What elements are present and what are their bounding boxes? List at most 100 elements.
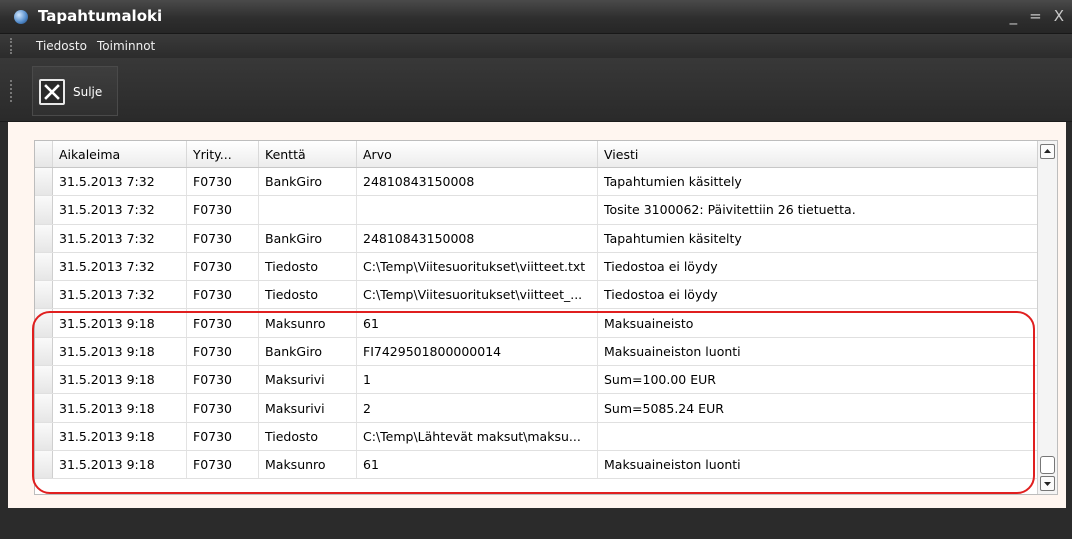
cell-yritys[interactable]: F0730 <box>187 309 259 337</box>
cell-arvo[interactable]: 2 <box>357 394 598 422</box>
cell-aikaleima[interactable]: 31.5.2013 9:18 <box>53 394 187 422</box>
cell-yritys[interactable]: F0730 <box>187 422 259 450</box>
column-header-yritys[interactable]: Yrity... <box>187 141 259 167</box>
cell-yritys[interactable]: F0730 <box>187 224 259 252</box>
cell-aikaleima[interactable]: 31.5.2013 9:18 <box>53 450 187 479</box>
row-selector[interactable] <box>35 309 53 337</box>
close-button-label: Sulje <box>73 85 103 99</box>
cell-kentta[interactable] <box>259 196 357 224</box>
cell-viesti[interactable]: Sum=5085.24 EUR <box>598 394 1039 421</box>
minimize-button[interactable]: _ <box>1010 7 1018 25</box>
cell-aikaleima[interactable]: 31.5.2013 9:18 <box>53 366 187 394</box>
cell-kentta[interactable]: Maksurivi <box>259 394 357 422</box>
cell-viesti[interactable]: Tapahtumien käsittely <box>598 168 1039 195</box>
menu-grip-icon[interactable] <box>10 38 13 54</box>
close-button[interactable]: Sulje <box>32 66 118 116</box>
cell-yritys[interactable]: F0730 <box>187 394 259 422</box>
cell-yritys[interactable]: F0730 <box>187 196 259 224</box>
cell-kentta[interactable]: BankGiro <box>259 337 357 366</box>
cell-arvo[interactable]: FI7429501800000014 <box>357 337 598 366</box>
cell-viesti[interactable]: Maksuaineiston luonti <box>598 338 1039 365</box>
table-row[interactable]: 31.5.2013 7:32 F0730 BankGiro 2481084315000… <box>35 168 1039 197</box>
close-window-button[interactable]: X <box>1054 7 1064 25</box>
cell-aikaleima[interactable]: 31.5.2013 9:18 <box>53 309 187 337</box>
column-header-viesti[interactable]: Viesti <box>598 141 1039 167</box>
table-row[interactable]: 31.5.2013 7:32 F0730 Tiedosto C:\Temp\Viite… <box>35 281 1039 310</box>
cell-arvo[interactable]: C:\Temp\Viitesuoritukset\viitteet_... <box>357 281 598 309</box>
cell-viesti[interactable]: Sum=100.00 EUR <box>598 366 1039 393</box>
cell-yritys[interactable]: F0730 <box>187 337 259 366</box>
event-log-grid: Aikaleima Yrity... Kenttä Arvo Viesti 31… <box>34 140 1058 495</box>
app-globe-icon <box>14 10 28 24</box>
row-selector[interactable] <box>35 450 53 479</box>
row-selector[interactable] <box>35 224 53 252</box>
row-selector[interactable] <box>35 394 53 422</box>
cell-kentta[interactable]: Maksurivi <box>259 366 357 394</box>
vertical-scrollbar[interactable] <box>1037 141 1057 494</box>
table-row[interactable]: 31.5.2013 7:32 F0730 BankGiro 2481084315000… <box>35 224 1039 253</box>
window-title: Tapahtumaloki <box>38 7 163 25</box>
cell-viesti[interactable]: Tosite 3100062: Päivitettiin 26 tietuett… <box>598 196 1039 223</box>
menu-toiminnot[interactable]: Toiminnot <box>97 39 155 53</box>
row-selector[interactable] <box>35 168 53 196</box>
cell-kentta[interactable]: BankGiro <box>259 168 357 196</box>
row-selector[interactable] <box>35 337 53 366</box>
table-row[interactable]: 31.5.2013 9:18 F0730 Maksurivi 2 Sum=5085.24… <box>35 394 1039 423</box>
row-selector[interactable] <box>35 281 53 309</box>
row-selector[interactable] <box>35 366 53 394</box>
cell-arvo[interactable] <box>357 196 598 224</box>
table-row[interactable]: 31.5.2013 9:18 F0730 Maksurivi 1 Sum=100.00 … <box>35 366 1039 395</box>
cell-viesti[interactable]: Tiedostoa ei löydy <box>598 253 1039 280</box>
cell-yritys[interactable]: F0730 <box>187 281 259 309</box>
column-header-aikaleima[interactable]: Aikaleima <box>53 141 187 167</box>
cell-kentta[interactable]: Maksunro <box>259 309 357 337</box>
cell-viesti[interactable]: Tapahtumien käsitelty <box>598 225 1039 252</box>
table-row[interactable]: 31.5.2013 9:18 F0730 Maksunro 61 Maksuaineis… <box>35 309 1039 338</box>
scroll-down-button[interactable] <box>1040 476 1055 491</box>
cell-arvo[interactable]: 61 <box>357 450 598 479</box>
cell-aikaleima[interactable]: 31.5.2013 9:18 <box>53 337 187 366</box>
cell-aikaleima[interactable]: 31.5.2013 7:32 <box>53 168 187 196</box>
menu-tiedosto[interactable]: Tiedosto <box>36 39 87 53</box>
cell-arvo[interactable]: 24810843150008 <box>357 168 598 196</box>
maximize-button[interactable]: = <box>1029 7 1042 25</box>
cell-arvo[interactable]: 24810843150008 <box>357 224 598 252</box>
status-bar <box>0 508 1072 539</box>
table-row[interactable]: 31.5.2013 7:32 F0730 Tosite 3100062: Päivi… <box>35 196 1039 225</box>
row-selector[interactable] <box>35 422 53 450</box>
scroll-up-button[interactable] <box>1040 144 1055 159</box>
cell-arvo[interactable]: 1 <box>357 366 598 394</box>
cell-aikaleima[interactable]: 31.5.2013 9:18 <box>53 422 187 450</box>
row-selector[interactable] <box>35 252 53 281</box>
row-selector-header[interactable] <box>35 141 53 167</box>
toolbar-grip-icon[interactable] <box>10 80 13 102</box>
cell-arvo[interactable]: C:\Temp\Lähtevät maksut\maksu... <box>357 422 598 450</box>
cell-aikaleima[interactable]: 31.5.2013 7:32 <box>53 252 187 281</box>
cell-aikaleima[interactable]: 31.5.2013 7:32 <box>53 224 187 252</box>
cell-viesti[interactable]: Maksuaineiston luonti <box>598 451 1039 478</box>
cell-viesti[interactable] <box>598 423 1039 450</box>
cell-aikaleima[interactable]: 31.5.2013 7:32 <box>53 196 187 224</box>
cell-arvo[interactable]: C:\Temp\Viitesuoritukset\viitteet.txt <box>357 252 598 281</box>
table-row[interactable]: 31.5.2013 7:32 F0730 Tiedosto C:\Temp\Viite… <box>35 252 1039 282</box>
cell-arvo[interactable]: 61 <box>357 309 598 337</box>
cell-aikaleima[interactable]: 31.5.2013 7:32 <box>53 281 187 309</box>
cell-kentta[interactable]: Tiedosto <box>259 252 357 281</box>
row-selector[interactable] <box>35 196 53 224</box>
column-header-kentta[interactable]: Kenttä <box>259 141 357 167</box>
cell-viesti[interactable]: Tiedostoa ei löydy <box>598 281 1039 308</box>
cell-yritys[interactable]: F0730 <box>187 366 259 394</box>
cell-kentta[interactable]: Maksunro <box>259 450 357 479</box>
cell-kentta[interactable]: Tiedosto <box>259 422 357 450</box>
table-row[interactable]: 31.5.2013 9:18 F0730 BankGiro FI74295018000… <box>35 337 1039 367</box>
scroll-thumb[interactable] <box>1040 456 1055 474</box>
column-header-arvo[interactable]: Arvo <box>357 141 598 167</box>
cell-kentta[interactable]: BankGiro <box>259 224 357 252</box>
table-row[interactable]: 31.5.2013 9:18 F0730 Maksunro 61 Maksuaineis… <box>35 450 1039 480</box>
table-row[interactable]: 31.5.2013 9:18 F0730 Tiedosto C:\Temp\Lähte… <box>35 422 1039 451</box>
cell-yritys[interactable]: F0730 <box>187 252 259 281</box>
cell-kentta[interactable]: Tiedosto <box>259 281 357 309</box>
cell-yritys[interactable]: F0730 <box>187 168 259 196</box>
cell-yritys[interactable]: F0730 <box>187 450 259 479</box>
cell-viesti[interactable]: Maksuaineisto <box>598 309 1039 336</box>
